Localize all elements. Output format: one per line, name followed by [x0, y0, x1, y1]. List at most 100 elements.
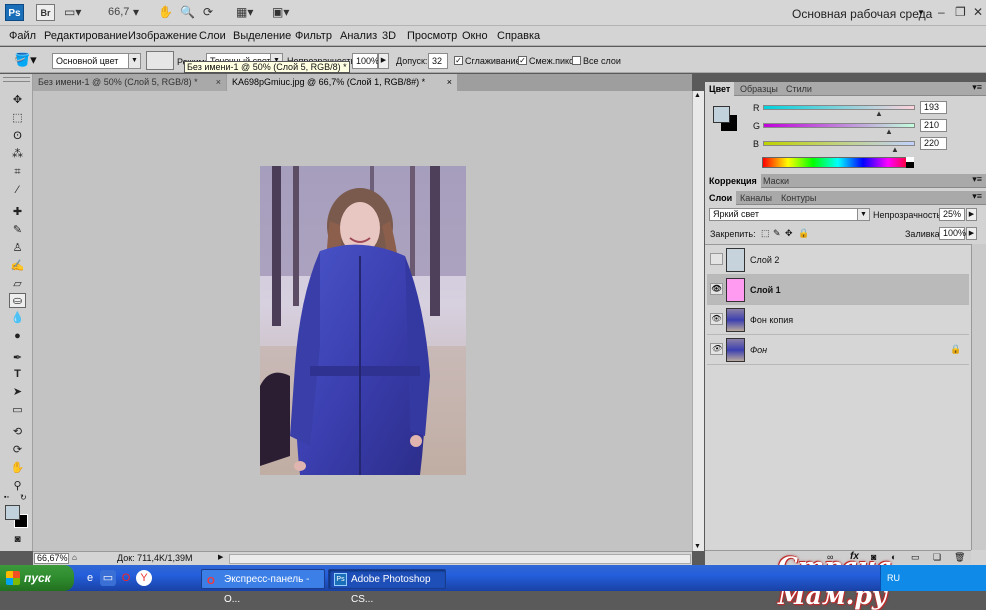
pattern-picker[interactable]	[146, 51, 174, 70]
opacity-arrow-icon[interactable]: ▶	[378, 53, 389, 69]
lock-pixels-icon[interactable]: ✎	[773, 228, 781, 239]
status-zoom-field[interactable]: 66,67%	[34, 553, 69, 564]
close-icon[interactable]: ×	[447, 74, 452, 91]
menu-image[interactable]: Изображение	[128, 30, 197, 42]
layers-scrollbar[interactable]	[971, 244, 986, 550]
tab-paths[interactable]: Контуры	[777, 191, 820, 205]
contiguous-checkbox[interactable]: ✓	[518, 56, 527, 65]
menu-analysis[interactable]: Анализ	[340, 30, 377, 42]
workspace-dropdown-icon[interactable]: ▼	[917, 8, 925, 17]
minimize-button[interactable]: –	[938, 5, 945, 19]
restore-button[interactable]: ❐	[955, 5, 966, 19]
eraser-tool-icon[interactable]: ▱	[9, 277, 26, 292]
tab-adjustments[interactable]: Коррекция	[705, 174, 761, 188]
eye-icon[interactable]: 👁	[710, 283, 723, 295]
3d-rotate-tool-icon[interactable]: ⟲	[9, 425, 26, 440]
menu-edit[interactable]: Редактирование	[44, 30, 128, 42]
language-indicator[interactable]: RU	[887, 573, 900, 583]
layer-row[interactable]: Слой 2	[707, 245, 969, 275]
view-extras-icon[interactable]: ▭▾	[64, 4, 81, 21]
rotate-view-icon[interactable]: ⟳	[203, 4, 213, 21]
menu-3d[interactable]: 3D	[382, 30, 396, 42]
tab-color[interactable]: Цвет	[705, 82, 735, 96]
fill-field[interactable]: 100%	[939, 227, 966, 240]
paint-bucket-tool-icon[interactable]: ⛀	[9, 293, 26, 308]
brush-tool-icon[interactable]: ✎	[9, 223, 26, 238]
panel-menu-icon[interactable]: ▾≡	[972, 174, 982, 185]
screen-mode-icon[interactable]: ▣▾	[272, 4, 289, 21]
fill-arrow-icon[interactable]: ▶	[966, 227, 977, 240]
eye-icon[interactable]: 👁	[710, 313, 723, 325]
scroll-up-icon[interactable]: ▲	[694, 92, 701, 99]
r-slider[interactable]	[763, 105, 915, 110]
b-slider-thumb-icon[interactable]: ▲	[891, 145, 899, 154]
hand-tool-icon[interactable]: ✋	[158, 4, 173, 21]
tab-document-1[interactable]: Без имени-1 @ 50% (Слой 5, RGB/8) * ×	[33, 74, 226, 91]
workspace-switcher[interactable]: Основная рабочая среда	[792, 7, 932, 21]
panel-menu-icon[interactable]: ▾≡	[972, 82, 982, 93]
close-button[interactable]: ✕	[973, 5, 983, 19]
g-slider-thumb-icon[interactable]: ▲	[885, 127, 893, 136]
blur-tool-icon[interactable]: 💧	[9, 311, 26, 326]
layer-row-selected[interactable]: 👁 Слой 1	[707, 275, 969, 305]
clone-stamp-tool-icon[interactable]: ♙	[9, 241, 26, 256]
lock-position-icon[interactable]: ✥	[785, 228, 793, 239]
status-menu-arrow-icon[interactable]: ▶	[218, 553, 223, 561]
tolerance-field[interactable]: 32	[428, 53, 448, 69]
layer-row[interactable]: 👁 Фон копия	[707, 305, 969, 335]
move-tool-icon[interactable]: ✥	[9, 93, 26, 108]
swap-colors-icon[interactable]: ↻	[20, 493, 27, 502]
bridge-icon[interactable]: Br	[36, 4, 55, 21]
pen-tool-icon[interactable]: ✒	[9, 351, 26, 366]
document-image[interactable]	[260, 166, 466, 475]
foreground-color-swatch[interactable]	[5, 505, 20, 520]
eyedropper-tool-icon[interactable]: ⁄	[9, 183, 26, 198]
menu-help[interactable]: Справка	[497, 30, 540, 42]
yandex-icon[interactable]: Y	[136, 570, 152, 586]
dodge-tool-icon[interactable]: ●	[9, 329, 26, 344]
menu-select[interactable]: Выделение	[233, 30, 291, 42]
lasso-tool-icon[interactable]: ʘ	[9, 129, 26, 144]
crop-tool-icon[interactable]: ⌗	[9, 165, 26, 180]
tab-channels[interactable]: Каналы	[736, 191, 776, 205]
visibility-toggle-empty[interactable]	[710, 253, 723, 265]
start-button[interactable]: пуск	[0, 565, 74, 591]
tab-swatches[interactable]: Образцы	[736, 82, 782, 96]
spectrum-ramp[interactable]	[762, 157, 914, 168]
scroll-down-icon[interactable]: ▼	[694, 543, 701, 550]
paint-bucket-preset-icon[interactable]: 🪣▾	[14, 52, 37, 68]
opacity-field[interactable]: 100%	[352, 53, 379, 69]
close-icon[interactable]: ×	[216, 74, 221, 91]
tab-styles[interactable]: Стили	[782, 82, 816, 96]
task-opera-express[interactable]: O Экспресс-панель - О...	[201, 569, 325, 605]
eye-icon[interactable]: 👁	[710, 343, 723, 355]
menu-layers[interactable]: Слои	[199, 30, 226, 42]
layer-opacity-field[interactable]: 25%	[939, 208, 965, 221]
b-value-field[interactable]: 220	[920, 137, 947, 150]
antialias-checkbox[interactable]: ✓	[454, 56, 463, 65]
horizontal-scrollbar[interactable]	[229, 554, 691, 564]
blend-mode-select[interactable]: Яркий свет ▼	[709, 208, 870, 221]
3d-orbit-tool-icon[interactable]: ⟳	[9, 443, 26, 458]
all-layers-checkbox[interactable]	[572, 56, 581, 65]
r-slider-thumb-icon[interactable]: ▲	[875, 109, 883, 118]
quick-mask-icon[interactable]: ◙	[9, 532, 26, 547]
panel-menu-icon[interactable]: ▾≡	[972, 191, 982, 202]
layer-row[interactable]: 👁 Фон 🔒	[707, 335, 969, 365]
fill-source-select[interactable]: Основной цвет ▼	[52, 53, 141, 69]
tab-masks[interactable]: Маски	[759, 174, 793, 188]
healing-brush-tool-icon[interactable]: ✚	[9, 205, 26, 220]
tab-document-2[interactable]: KA698pGmiuc.jpg @ 66,7% (Слой 1, RGB/8#)…	[227, 74, 457, 91]
opera-icon[interactable]: O	[118, 570, 134, 586]
menu-filter[interactable]: Фильтр	[295, 30, 332, 42]
hand-tool-icon[interactable]: ✋	[9, 461, 26, 476]
lock-transparency-icon[interactable]: ⬚	[761, 228, 770, 239]
marquee-tool-icon[interactable]: ⬚	[9, 111, 26, 126]
ramp-black[interactable]	[906, 162, 914, 168]
lock-all-icon[interactable]: 🔒	[798, 228, 809, 239]
toolbox-grip[interactable]	[3, 77, 30, 82]
status-info-icon[interactable]: ⌂	[72, 553, 77, 562]
menu-file[interactable]: Файл	[9, 30, 36, 42]
history-brush-tool-icon[interactable]: ✍	[9, 259, 26, 274]
menu-view[interactable]: Просмотр	[407, 30, 457, 42]
